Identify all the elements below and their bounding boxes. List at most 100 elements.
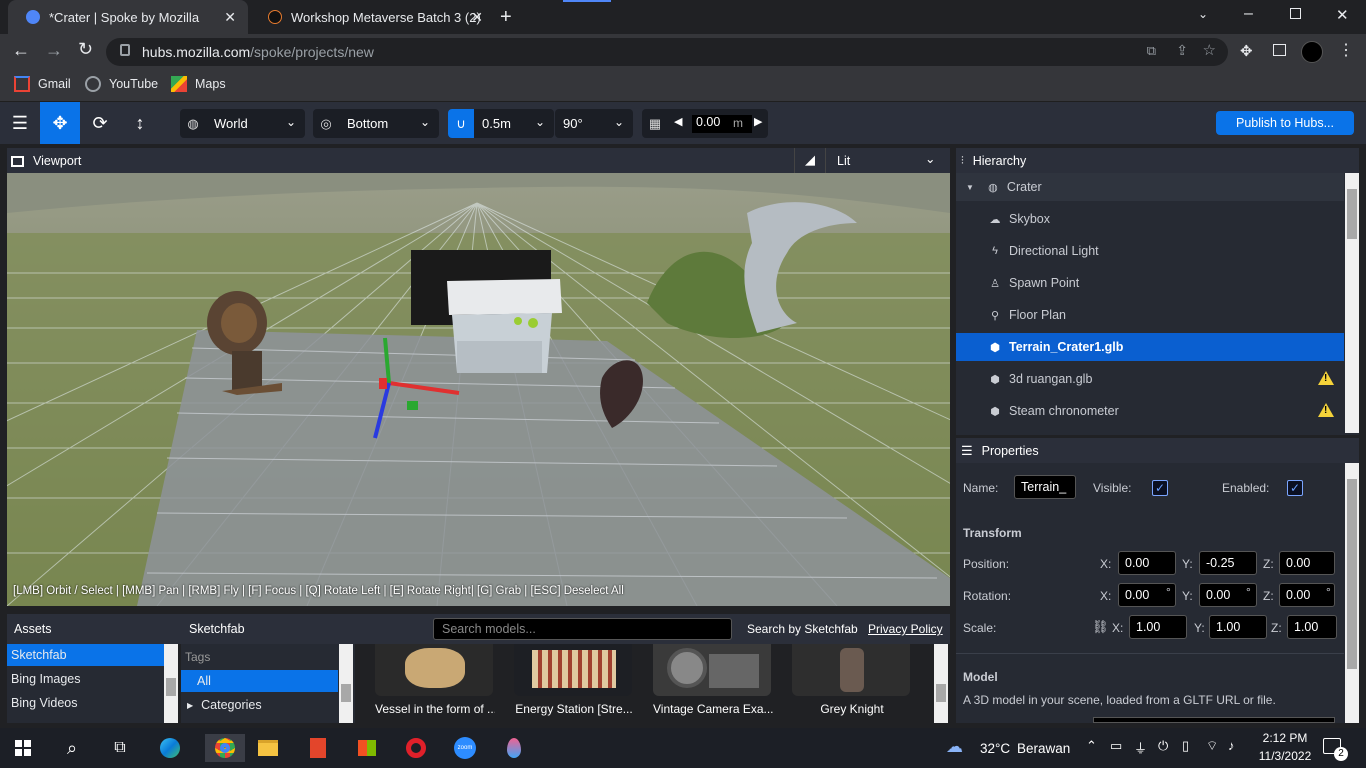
grid-height-input[interactable]: 0.00 [692,115,752,133]
enabled-checkbox[interactable]: ✓ [1287,480,1303,496]
extensions-icon[interactable]: ✥ [1240,42,1253,60]
asset-card[interactable]: Grey Knight [792,644,912,723]
restore-icon[interactable] [1290,8,1301,19]
hierarchy-item-crater[interactable]: ▼ ◍ Crater [956,173,1344,201]
tab-spoke[interactable]: *Crater | Spoke by Mozilla ✕ [8,0,248,34]
privacy-policy-link[interactable]: Privacy Policy [868,622,943,636]
store-icon[interactable] [352,734,382,762]
profile-avatar[interactable] [1301,41,1323,63]
scale-y-input[interactable]: 1.00 [1209,615,1267,639]
snap-rotation-select[interactable]: 90° ⌄ [555,109,633,138]
hierarchy-item-steam-chronometer[interactable]: ⬢ Steam chronometer ! [956,397,1344,425]
gmail-icon [14,76,30,92]
edge-icon[interactable] [155,734,185,762]
minimize-icon[interactable]: – [1244,5,1253,23]
source-bing-images[interactable]: Bing Images [7,668,164,690]
share-icon[interactable]: ⇪ [1176,42,1188,59]
position-y-input[interactable]: -0.25 [1199,551,1257,575]
source-scrollbar[interactable] [164,644,178,723]
office-icon[interactable] [303,734,333,762]
properties-scrollbar[interactable] [1345,463,1359,723]
clock-time[interactable]: 2:12 PM [1260,731,1310,745]
hierarchy-item-skybox[interactable]: ☁ Skybox [956,205,1344,233]
hierarchy-item-3d-ruangan[interactable]: ⬢ 3d ruangan.glb ! [956,365,1344,393]
back-icon[interactable]: ← [12,40,30,61]
pivot-select[interactable]: ◎ Bottom ⌄ [313,109,439,138]
decrease-arrow-icon[interactable]: ◀ [674,115,682,128]
tag-all[interactable]: All [181,670,338,692]
magnet-icon[interactable]: ∪ [448,109,474,138]
search-models-input[interactable]: Search models... [433,618,732,640]
name-input[interactable]: Terrain_ [1014,475,1076,499]
transform-space-select[interactable]: ◍ World ⌄ [180,109,305,138]
volume-icon[interactable]: ♪ [1228,738,1235,753]
caret-down-icon[interactable]: ▼ [966,183,974,192]
weather-condition[interactable]: Berawan [1017,741,1070,756]
position-z-input[interactable]: 0.00 [1279,551,1335,575]
paint-icon[interactable] [499,734,529,762]
task-view-icon[interactable]: ⧉ [105,734,135,762]
hierarchy-item-directional-light[interactable]: ϟ Directional Light [956,237,1344,265]
power-icon[interactable]: ⏻ [1158,738,1168,754]
snap-translation-select[interactable]: ∪ 0.5m ⌄ [448,109,554,138]
bookmark-maps[interactable]: Maps [171,76,226,92]
new-tab-icon[interactable]: + [500,6,512,29]
hierarchy-item-spawn-point[interactable]: ♙ Spawn Point [956,269,1344,297]
menu-hamburger-icon[interactable]: ☰ [0,102,40,144]
wifi-icon[interactable]: ⌔ [1206,738,1218,754]
source-bing-videos[interactable]: Bing Videos [7,692,164,714]
scale-z-input[interactable]: 1.00 [1287,615,1337,639]
source-sketchfab[interactable]: Sketchfab [7,644,164,666]
tray-chevron-icon[interactable]: ⌃ [1086,738,1097,754]
opera-icon[interactable] [401,734,431,762]
visible-checkbox[interactable]: ✓ [1152,480,1168,496]
rotate-tool-icon[interactable]: ⟳ [80,102,120,144]
battery-icon[interactable]: ▯ [1182,738,1189,754]
chevron-down-icon: ⌄ [285,115,296,129]
scale-tool-icon[interactable]: ↕ [120,102,160,144]
chrome-icon[interactable] [205,734,245,762]
forward-icon[interactable]: → [45,40,63,61]
meet-icon[interactable]: ▭ [1110,738,1122,754]
render-mode-select[interactable]: ◢ Lit ⌄ [794,148,950,174]
hierarchy-item-floor-plan[interactable]: ⚲ Floor Plan [956,301,1344,329]
asset-card[interactable]: Energy Station [Stre... [514,644,634,723]
asset-card[interactable]: Vessel in the form of ... [375,644,495,723]
close-tab-icon[interactable]: ✕ [471,9,483,26]
hierarchy-item-terrain[interactable]: ⬢ Terrain_Crater1.glb [956,333,1344,361]
close-tab-icon[interactable]: ✕ [224,9,236,26]
grid-icon[interactable]: ▦ [642,109,668,138]
reload-icon[interactable]: ↻ [78,39,93,60]
tags-scrollbar[interactable] [339,644,353,723]
tab-workshop[interactable]: Workshop Metaverse Batch 3 (2) ✕ [250,0,495,34]
file-explorer-icon[interactable] [253,734,283,762]
weather-temperature[interactable]: 32°C [980,741,1010,756]
usb-icon[interactable]: ⏚ [1134,738,1147,757]
bookmark-star-icon[interactable]: ☆ [1203,41,1216,59]
bookmark-youtube[interactable]: YouTube [85,76,158,92]
viewport-canvas[interactable]: [LMB] Orbit / Select | [MMB] Pan | [RMB]… [7,173,950,606]
menu-kebab-icon[interactable]: ⋮ [1338,40,1354,60]
tab-search-icon[interactable]: ⌄ [1198,7,1208,21]
zoom-icon[interactable]: zoom [450,734,480,762]
asset-card[interactable]: Vintage Camera Exa... [653,644,773,723]
url-input[interactable]: hubs.mozilla.com/spoke/projects/new ⧉ ⇪ … [106,38,1228,66]
hierarchy-scrollbar[interactable] [1345,173,1359,433]
translate-icon[interactable]: ⧉ [1147,43,1156,59]
link-icon[interactable]: ⛓ [1092,619,1109,635]
search-icon[interactable]: ⌕ [57,734,87,762]
scale-x-input[interactable]: 1.00 [1129,615,1187,639]
close-window-icon[interactable]: ✕ [1336,6,1349,24]
windows-start-icon[interactable] [8,734,38,762]
translate-tool-icon[interactable]: ✥ [40,102,80,144]
tag-categories[interactable]: ▶ Categories [181,694,338,716]
bookmark-gmail[interactable]: Gmail [14,76,71,92]
publish-button[interactable]: Publish to Hubs... [1216,111,1354,135]
position-x-input[interactable]: 0.00 [1118,551,1176,575]
side-panel-icon[interactable] [1273,44,1286,56]
model-url-input[interactable] [1093,717,1335,723]
increase-arrow-icon[interactable]: ▶ [754,115,762,128]
asset-results-scrollbar[interactable] [934,644,948,723]
scene-render[interactable] [7,173,950,606]
clock-date[interactable]: 11/3/2022 [1255,749,1315,763]
